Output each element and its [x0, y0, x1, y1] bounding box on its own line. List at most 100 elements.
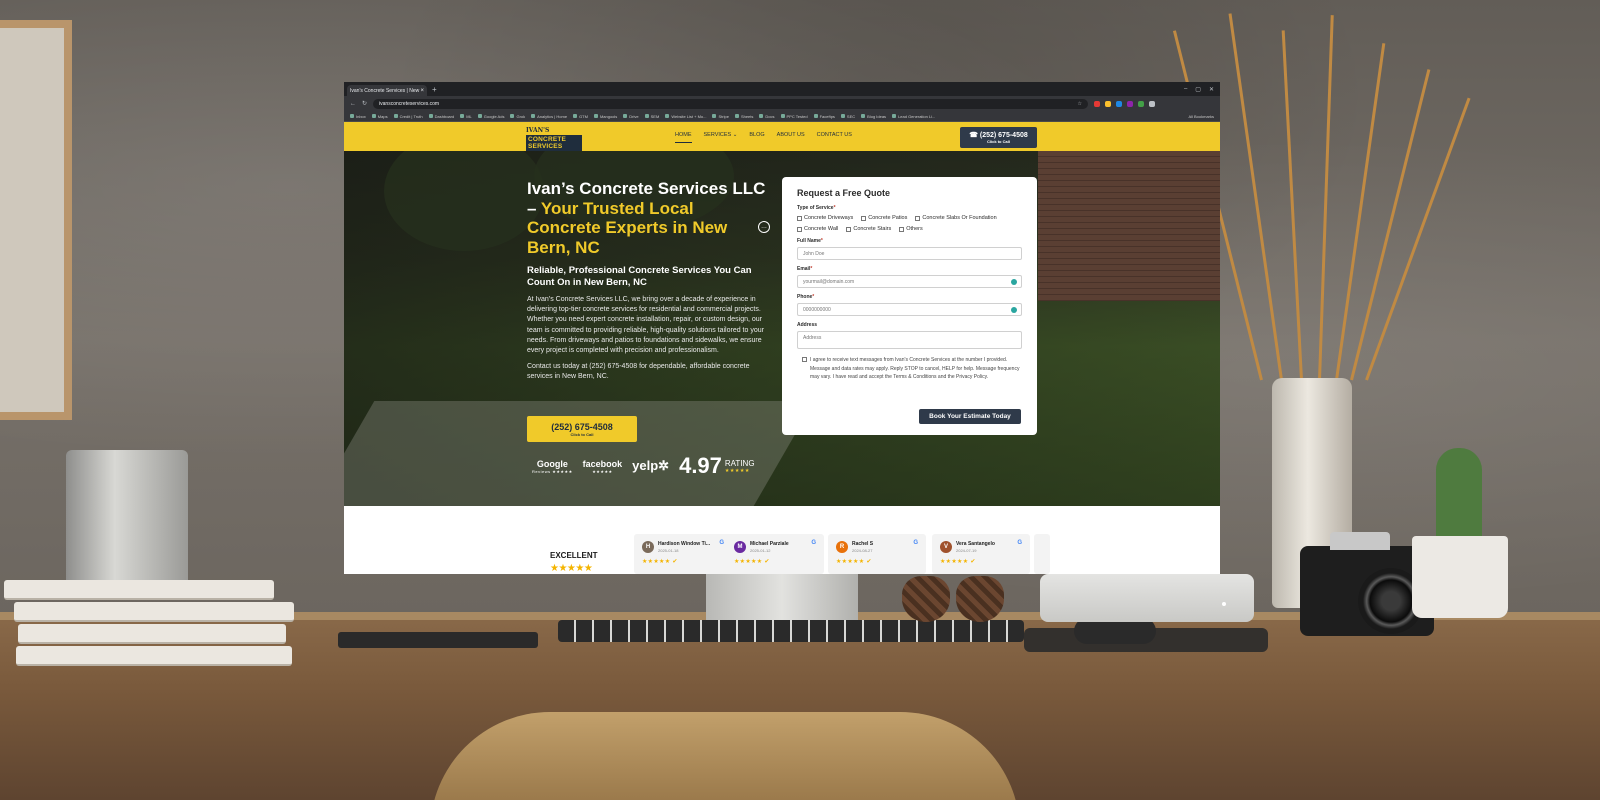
header-call-number: ☎ (252) 675-4508	[969, 132, 1028, 139]
autofill-icon[interactable]	[1011, 279, 1017, 285]
address-bar[interactable]: ivansconcreteservices.com ☆	[373, 98, 1089, 109]
bookmark-favicon-icon	[712, 114, 717, 118]
bookmark-item[interactable]: Blog Ideas	[861, 114, 886, 119]
bookmark-favicon-icon	[573, 114, 578, 118]
review-stars: ★★★★★ ✔	[642, 559, 678, 565]
bookmark-item[interactable]: Lead Generation Li...	[892, 114, 935, 119]
minimize-icon[interactable]: –	[1184, 86, 1187, 93]
checkbox[interactable]	[797, 226, 802, 232]
address-textarea[interactable]: Address	[797, 331, 1022, 349]
service-option[interactable]: Concrete Stairs	[846, 226, 891, 232]
browser-tab-bar: Ivan's Concrete Services | New ... × + –…	[344, 82, 1220, 96]
nav-contact-us[interactable]: CONTACT US	[817, 132, 852, 143]
cactus	[1436, 448, 1482, 540]
nav-home[interactable]: HOME	[675, 132, 692, 143]
extension-icon[interactable]	[1116, 100, 1123, 107]
logo-bottom-text: CONCRETE SERVICES	[526, 135, 582, 151]
checkbox[interactable]	[861, 215, 867, 221]
checkbox[interactable]	[846, 226, 852, 232]
bookmark-item[interactable]: Inbox	[350, 114, 366, 119]
reload-icon[interactable]: ↻	[362, 100, 367, 107]
checkbox[interactable]	[797, 215, 802, 221]
review-card[interactable]: R Rachel S 2024-08-27 G ★★★★★ ✔	[828, 534, 926, 574]
review-date: 2025-01-12	[750, 548, 771, 553]
header-call-button[interactable]: ☎ (252) 675-4508 Click to Call	[960, 127, 1037, 148]
main-menu: HOME SERVICES ⌄ BLOG ABOUT US CONTACT US	[675, 132, 852, 143]
google-badge-name: Google	[536, 458, 568, 469]
extension-icon[interactable]	[1138, 100, 1145, 107]
book-estimate-button[interactable]: Book Your Estimate Today	[919, 409, 1021, 424]
autofill-icon[interactable]	[1011, 307, 1017, 313]
service-option[interactable]: Concrete Driveways	[797, 215, 853, 221]
bookmark-item[interactable]: Drive	[623, 114, 639, 119]
service-option[interactable]: Others	[899, 226, 923, 232]
bookmark-item[interactable]: SEC	[840, 114, 855, 119]
checkbox[interactable]	[915, 215, 921, 221]
bookmark-item[interactable]: ML	[460, 114, 472, 119]
close-icon[interactable]: ×	[420, 88, 424, 94]
bookmark-favicon-icon	[623, 114, 628, 118]
back-icon[interactable]: ←	[350, 101, 356, 107]
new-tab-icon[interactable]: +	[432, 85, 437, 94]
review-card[interactable]: M Michael Parziale 2025-01-12 G ★★★★★ ✔	[726, 534, 824, 574]
bookmark-favicon-icon	[840, 114, 845, 118]
sms-consent: I agree to receive text messages from Iv…	[797, 356, 1022, 382]
extension-icon[interactable]	[1105, 100, 1112, 107]
maximize-icon[interactable]: ▢	[1195, 86, 1201, 93]
nav-about-us[interactable]: ABOUT US	[777, 132, 805, 143]
rating-value: 4.97	[679, 453, 722, 478]
chat-icon[interactable]: …	[758, 221, 770, 233]
bookmark-item[interactable]: Website List + Mo...	[665, 114, 706, 119]
bookmark-star-icon[interactable]: ☆	[1078, 101, 1082, 107]
service-option[interactable]: Concrete Slabs Or Foundation	[915, 215, 997, 221]
bookmark-item[interactable]: Credit | Truth	[393, 114, 423, 119]
review-date: 2025-01-18	[658, 548, 679, 553]
bookmark-item[interactable]: SEM	[644, 114, 659, 119]
pine-cone-decoration	[902, 576, 950, 622]
bookmark-item[interactable]: Sheets	[734, 114, 753, 119]
phone-input[interactable]: 0000000000	[797, 303, 1022, 316]
close-window-icon[interactable]: ✕	[1209, 86, 1214, 93]
nav-blog[interactable]: BLOG	[749, 132, 764, 143]
profile-icon[interactable]	[1149, 100, 1156, 107]
reviewer-name: Vera Santangelo	[956, 541, 995, 547]
service-option[interactable]: Concrete Wall	[797, 226, 838, 232]
reviewer-name: Rachel S	[852, 541, 874, 547]
extension-icon[interactable]	[1127, 100, 1134, 107]
bookmark-item[interactable]: Maps	[371, 114, 388, 119]
consent-checkbox[interactable]	[802, 357, 807, 362]
hero-section: Ivan’s Concrete Services LLC – Your Trus…	[344, 151, 1220, 506]
review-card[interactable]: H Hardison Window Ti... 2025-01-18 G ★★★★★ ✔	[634, 534, 732, 574]
bookmark-item[interactable]: Analytics | Home	[531, 114, 567, 119]
bookmark-favicon-icon	[593, 114, 598, 118]
bookmark-item[interactable]: Grok	[510, 114, 525, 119]
bookmark-item[interactable]: Dashboard	[428, 114, 454, 119]
monitor-screen: Ivan's Concrete Services | New ... × + –…	[344, 82, 1220, 574]
bookmark-item[interactable]: Google Ads	[477, 114, 504, 119]
bookmark-item[interactable]: PPC Tested	[780, 114, 808, 119]
bookmark-item[interactable]: Faceftps	[813, 114, 835, 119]
bookmark-item[interactable]: Stripe	[712, 114, 729, 119]
window-controls: – ▢ ✕	[1184, 86, 1220, 93]
email-input[interactable]: yourmail@domain.com	[797, 275, 1022, 288]
full-name-input[interactable]: John Doe	[797, 247, 1022, 260]
bookmark-favicon-icon	[861, 114, 866, 118]
nav-services[interactable]: SERVICES ⌄	[704, 132, 738, 143]
browser-tab[interactable]: Ivan's Concrete Services | New ... ×	[347, 85, 427, 96]
mini-computer	[1040, 574, 1254, 622]
bookmark-item[interactable]: Mangools	[593, 114, 617, 119]
bookmark-item[interactable]: GTM	[573, 114, 588, 119]
extension-icon[interactable]	[1094, 100, 1101, 107]
service-option[interactable]: Concrete Patios	[861, 215, 907, 221]
review-card[interactable]: V Vera Santangelo 2024-07-19 G ★★★★★ ✔	[932, 534, 1030, 574]
site-logo[interactable]: IVAN'S CONCRETE SERVICES	[526, 127, 582, 151]
email-label: Email*	[797, 266, 813, 272]
all-bookmarks-link[interactable]: All Bookmarks	[1188, 114, 1214, 119]
checkbox[interactable]	[899, 226, 905, 232]
bookmark-item[interactable]: Docs	[759, 114, 775, 119]
hero-call-button[interactable]: (252) 675-4508 Click to Call	[527, 416, 637, 442]
hero-title: Ivan’s Concrete Services LLC – Your Trus…	[527, 179, 767, 257]
review-card-partial[interactable]	[1034, 534, 1050, 574]
pine-cone-decoration	[956, 576, 1004, 622]
extensions-area	[1094, 100, 1156, 107]
